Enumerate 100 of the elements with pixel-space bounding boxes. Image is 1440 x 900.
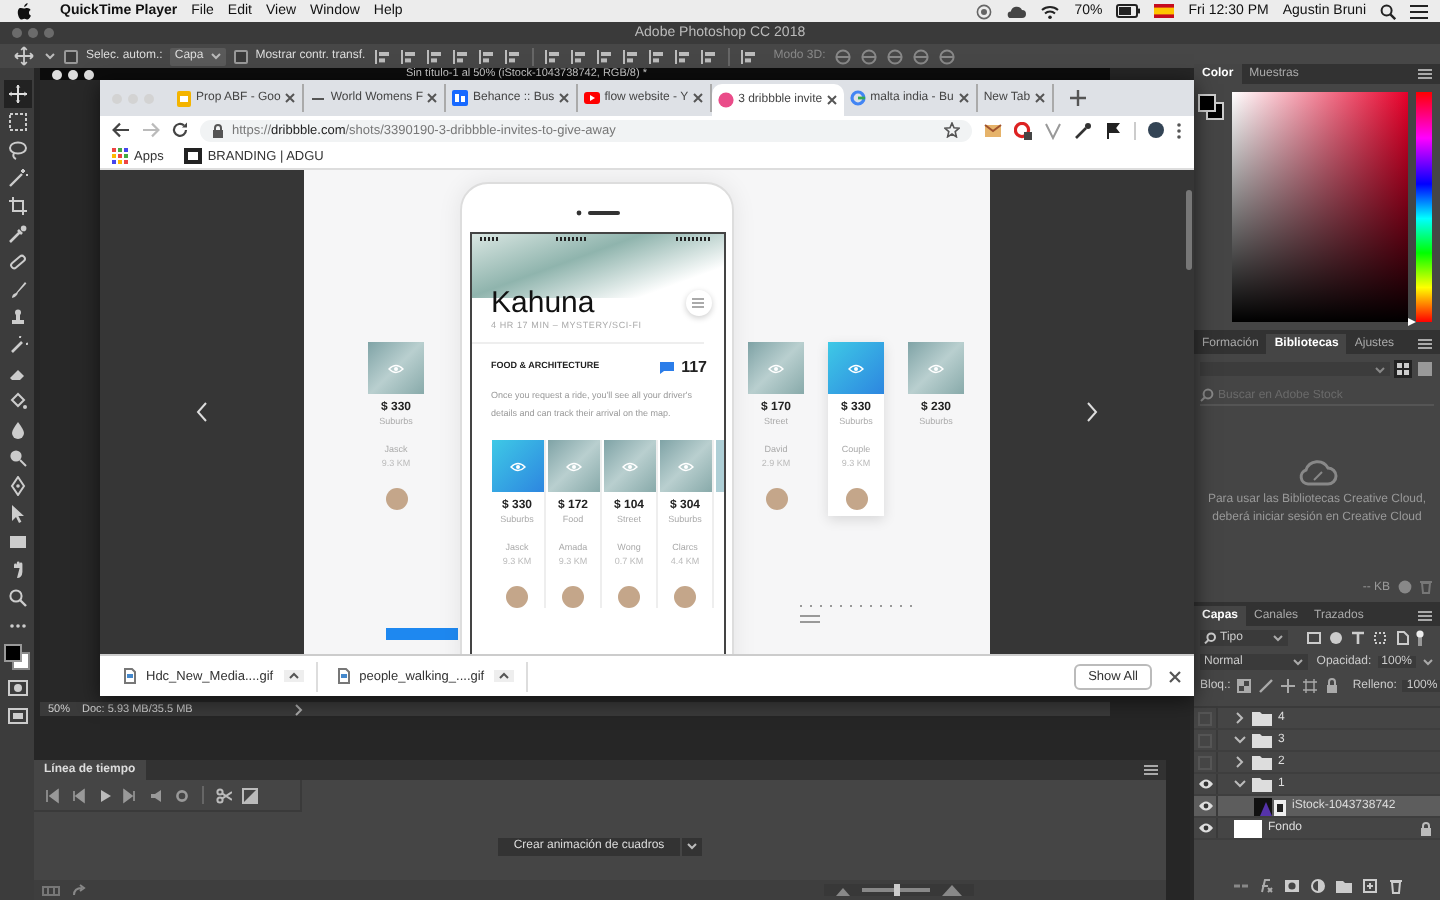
- zoom-icon[interactable]: [7, 588, 27, 608]
- play-icon[interactable]: [96, 787, 112, 803]
- folder-icon[interactable]: [1335, 878, 1351, 894]
- fx-icon[interactable]: [1257, 878, 1273, 894]
- star-icon[interactable]: [944, 122, 960, 138]
- flag-icon[interactable]: [1104, 121, 1122, 139]
- scissors-icon[interactable]: [216, 787, 232, 803]
- align-icon[interactable]: [477, 47, 496, 65]
- 3d-control-icon[interactable]: [859, 47, 878, 65]
- wand-icon[interactable]: [7, 168, 27, 188]
- close-icon[interactable]: [826, 94, 839, 106]
- arrow-icon[interactable]: [72, 884, 86, 896]
- plus-icon[interactable]: [1070, 90, 1087, 106]
- back-icon[interactable]: [112, 122, 130, 138]
- caret-icon[interactable]: [44, 52, 56, 60]
- align-icon[interactable]: [569, 47, 588, 65]
- step-back-icon[interactable]: [70, 787, 86, 803]
- move-tool-icon[interactable]: [12, 46, 36, 66]
- close-icon[interactable]: [692, 92, 705, 104]
- align-icon[interactable]: [373, 47, 392, 65]
- smart-object-filter-icon[interactable]: [1394, 630, 1410, 646]
- eye-icon[interactable]: [1197, 800, 1213, 812]
- new-layer-icon[interactable]: [1361, 878, 1377, 894]
- slider-marker-icon[interactable]: [1408, 318, 1416, 326]
- align-icon[interactable]: [621, 47, 640, 65]
- chevron-down-icon[interactable]: [1234, 778, 1246, 790]
- shape-filter-icon[interactable]: [1372, 630, 1388, 646]
- align-icon[interactable]: [647, 47, 666, 65]
- color-field[interactable]: [1232, 92, 1408, 322]
- bandage-icon[interactable]: [7, 252, 27, 272]
- padlock-icon[interactable]: [1420, 821, 1432, 835]
- slider-thumb[interactable]: [894, 884, 900, 896]
- caret-button[interactable]: [283, 670, 304, 682]
- 3d-control-icon[interactable]: [937, 47, 956, 65]
- skip-back-icon[interactable]: [44, 787, 60, 803]
- scrollbar-icon[interactable]: [1186, 190, 1192, 270]
- half-circle-icon[interactable]: [1309, 878, 1325, 894]
- ring-icon[interactable]: [1014, 121, 1032, 139]
- history-brush-icon[interactable]: [7, 336, 27, 356]
- more-icon[interactable]: [1176, 121, 1182, 139]
- close-icon[interactable]: [558, 92, 571, 104]
- chevron-right-icon[interactable]: [1234, 756, 1246, 768]
- close-icon[interactable]: [284, 92, 297, 104]
- caret-button[interactable]: [494, 670, 515, 682]
- align-icon[interactable]: [673, 47, 692, 65]
- eraser-icon[interactable]: [7, 364, 27, 384]
- eyedropper-icon[interactable]: [1074, 121, 1092, 139]
- chevron-left-icon[interactable]: [196, 402, 208, 422]
- close-icon[interactable]: [426, 92, 439, 104]
- stamp-icon[interactable]: [7, 308, 27, 328]
- align-icon[interactable]: [739, 47, 758, 65]
- step-forward-icon[interactable]: [122, 787, 138, 803]
- wifi-icon[interactable]: [1040, 3, 1061, 19]
- chevron-right-icon[interactable]: [1234, 712, 1246, 724]
- eyedropper-icon[interactable]: [7, 224, 27, 244]
- mountain-small-icon[interactable]: [836, 885, 850, 895]
- cloud-icon[interactable]: [1006, 3, 1027, 19]
- checkbox[interactable]: [64, 49, 78, 63]
- image-filter-icon[interactable]: [1306, 630, 1322, 646]
- move-lock-icon[interactable]: [1280, 678, 1297, 694]
- film-icon[interactable]: [42, 885, 60, 895]
- quick-mask-icon[interactable]: [7, 678, 27, 698]
- panel-menu-icon[interactable]: [1418, 610, 1432, 622]
- align-icon[interactable]: [399, 47, 418, 65]
- panel-menu-icon[interactable]: [1144, 764, 1158, 776]
- reload-icon[interactable]: [172, 122, 188, 138]
- screen-mode-icon[interactable]: [7, 706, 27, 726]
- panel-menu-icon[interactable]: [1418, 68, 1432, 80]
- chevron-right-icon[interactable]: [294, 703, 305, 715]
- mountain-large-icon[interactable]: [942, 884, 962, 896]
- close-icon[interactable]: [1034, 92, 1047, 104]
- crop-icon[interactable]: [7, 196, 27, 216]
- 3d-control-icon[interactable]: [911, 47, 930, 65]
- 3d-control-icon[interactable]: [833, 47, 852, 65]
- search-icon[interactable]: [1380, 3, 1396, 19]
- volume-icon[interactable]: [148, 787, 164, 803]
- text-filter-icon[interactable]: [1350, 630, 1366, 646]
- v-icon[interactable]: [1044, 121, 1062, 139]
- color-swatches-icon[interactable]: [4, 644, 30, 670]
- color-swatches-icon[interactable]: [1198, 94, 1224, 120]
- dropdown-button[interactable]: [682, 837, 703, 855]
- envelope-icon[interactable]: [984, 121, 1002, 139]
- chevron-down-icon[interactable]: [1234, 734, 1246, 746]
- close-icon[interactable]: [957, 92, 970, 104]
- visibility-toggle[interactable]: [1198, 711, 1212, 725]
- profile-avatar[interactable]: [1148, 122, 1164, 138]
- checker-lock-icon[interactable]: [1236, 678, 1253, 694]
- mask-icon[interactable]: [1283, 878, 1299, 894]
- circle-filter-icon[interactable]: [1328, 630, 1344, 646]
- caret-icon[interactable]: [1422, 658, 1434, 666]
- record-icon[interactable]: [976, 3, 993, 19]
- checkbox[interactable]: [233, 49, 248, 63]
- grid-view-icon[interactable]: [1394, 360, 1412, 378]
- dodge-icon[interactable]: [7, 448, 27, 468]
- toggle-icon[interactable]: [1416, 630, 1424, 646]
- list-view-icon[interactable]: [1416, 360, 1434, 378]
- move-tool-icon[interactable]: [7, 84, 27, 104]
- 3d-control-icon[interactable]: [885, 47, 904, 65]
- artboard-lock-icon[interactable]: [1302, 678, 1319, 694]
- close-icon[interactable]: [1168, 669, 1182, 683]
